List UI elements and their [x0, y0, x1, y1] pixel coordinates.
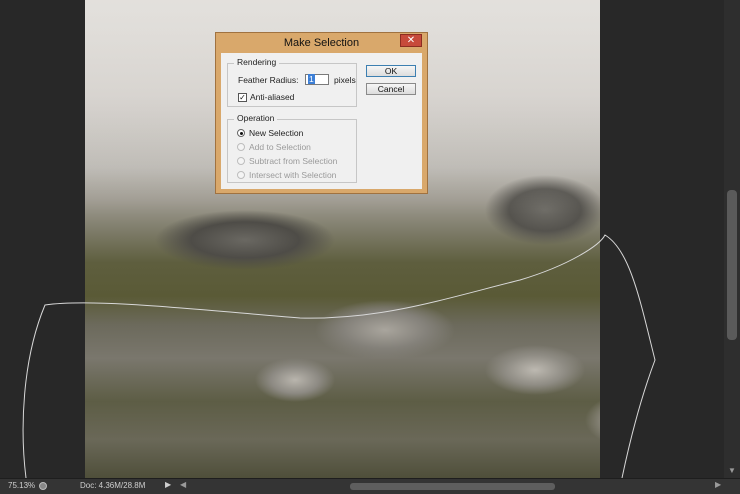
feather-radius-input[interactable]: 1	[305, 74, 329, 85]
make-selection-dialog: Make Selection ✕ Rendering Feather Radiu…	[215, 32, 428, 194]
anti-aliased-checkbox[interactable]: ✓	[238, 93, 247, 102]
cancel-button[interactable]: Cancel	[366, 83, 416, 95]
arrow-left-icon[interactable]: ◀	[180, 480, 186, 489]
checkmark-icon: ✓	[239, 93, 246, 102]
close-icon: ✕	[406, 35, 416, 46]
status-bar: 75.13% Doc: 4.36M/28.8M ▶ ◀ ▶	[0, 478, 740, 494]
document-size: Doc: 4.36M/28.8M	[80, 481, 146, 490]
add-to-selection-label: Add to Selection	[249, 142, 311, 152]
new-selection-radio[interactable]	[237, 129, 245, 137]
subtract-from-selection-radio	[237, 157, 245, 165]
subtract-from-selection-label: Subtract from Selection	[249, 156, 338, 166]
arrow-down-icon[interactable]: ▼	[727, 466, 737, 476]
vertical-scroll-thumb[interactable]	[727, 190, 737, 340]
close-button[interactable]: ✕	[400, 34, 422, 47]
dialog-body: Rendering Feather Radius: 1 pixels ✓ Ant…	[221, 53, 422, 189]
feather-unit-label: pixels	[334, 75, 356, 85]
rendering-group: Rendering Feather Radius: 1 pixels ✓ Ant…	[227, 57, 357, 107]
dialog-title: Make Selection	[283, 37, 360, 49]
rendering-legend: Rendering	[234, 57, 280, 67]
dialog-titlebar[interactable]: Make Selection ✕	[216, 33, 427, 53]
horizontal-scroll-thumb[interactable]	[350, 483, 555, 490]
triangle-right-icon[interactable]: ▶	[165, 480, 171, 489]
arrow-right-icon[interactable]: ▶	[715, 480, 721, 489]
operation-group: Operation New Selection Add to Selection…	[227, 113, 357, 183]
feather-radius-value: 1	[308, 74, 315, 84]
operation-legend: Operation	[234, 113, 278, 123]
proof-setup-icon[interactable]	[39, 482, 47, 490]
document-workspace: Make Selection ✕ Rendering Feather Radiu…	[0, 0, 724, 478]
ok-button[interactable]: OK	[366, 65, 416, 77]
vertical-scrollbar[interactable]: ▼	[724, 0, 740, 478]
anti-aliased-label[interactable]: Anti-aliased	[250, 92, 294, 102]
zoom-level[interactable]: 75.13%	[8, 481, 35, 490]
intersect-with-selection-radio	[237, 171, 245, 179]
new-selection-label[interactable]: New Selection	[249, 128, 303, 138]
feather-radius-label: Feather Radius:	[238, 75, 299, 85]
intersect-with-selection-label: Intersect with Selection	[249, 170, 337, 180]
add-to-selection-radio	[237, 143, 245, 151]
